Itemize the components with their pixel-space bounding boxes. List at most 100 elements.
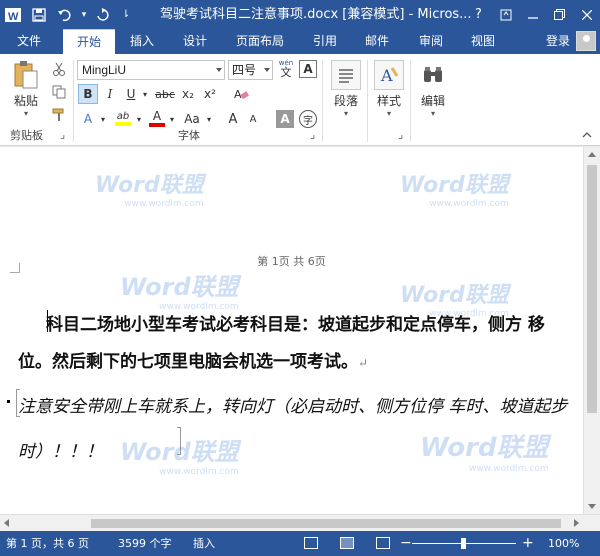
scroll-down-icon[interactable]	[588, 504, 596, 509]
tab-layout[interactable]: 页面布局	[228, 29, 292, 54]
copy-icon[interactable]	[50, 83, 68, 101]
format-painter-icon[interactable]	[50, 106, 68, 124]
restore-icon[interactable]	[546, 0, 573, 29]
subscript-button[interactable]: x₂	[179, 84, 197, 104]
read-mode-icon[interactable]	[304, 537, 318, 549]
tab-review[interactable]: 审阅	[411, 29, 451, 54]
save-icon[interactable]	[26, 0, 52, 29]
scroll-left-icon[interactable]	[4, 519, 9, 527]
help-icon[interactable]: ?	[465, 0, 492, 29]
svg-text:A: A	[234, 88, 242, 101]
avatar[interactable]	[576, 31, 596, 51]
clipboard-group-label: 剪贴板	[10, 129, 43, 142]
shrink-font-button[interactable]: A	[244, 109, 262, 129]
font-color-dropdown-icon[interactable]: ▾	[167, 109, 177, 129]
styles-launcher-icon[interactable]: ⌟	[398, 128, 403, 141]
character-border-button[interactable]: A	[299, 60, 317, 78]
tab-file[interactable]: 文件	[0, 29, 58, 54]
paragraph-2[interactable]: 注意安全带刚上车就系上，转向灯（必启动时、侧方位停 车时、坡道起步时）！！！	[18, 385, 583, 475]
clear-formatting-icon[interactable]: A	[230, 84, 252, 104]
word-logo-icon[interactable]: W	[0, 0, 26, 29]
font-group-label: 字体	[178, 129, 200, 142]
paste-button[interactable]: 粘贴 ▾	[8, 60, 44, 118]
tab-mailings[interactable]: 邮件	[357, 29, 397, 54]
undo-dropdown-icon[interactable]: ▾	[78, 0, 90, 29]
chevron-down-icon	[264, 68, 270, 72]
zoom-out-button[interactable]: −	[400, 531, 412, 556]
paragraph-mark: ↵	[358, 356, 369, 370]
editing-button[interactable]: 编辑 ▾	[414, 60, 452, 118]
paragraph-label: 段落	[333, 94, 358, 108]
grow-font-button[interactable]: A	[224, 109, 242, 129]
login-link[interactable]: 登录	[546, 29, 570, 54]
vertical-scrollbar[interactable]	[583, 147, 600, 514]
paragraph-button[interactable]: 段落 ▾	[328, 60, 364, 118]
zoom-level[interactable]: 100%	[548, 531, 579, 556]
text-effects-dropdown-icon[interactable]: ▾	[98, 109, 108, 129]
tab-design[interactable]: 设计	[175, 29, 215, 54]
list-bullet	[7, 400, 10, 403]
zoom-slider-handle[interactable]	[461, 538, 466, 549]
cut-icon[interactable]	[50, 60, 68, 78]
phonetic-char: 文	[280, 66, 292, 79]
web-layout-icon[interactable]	[376, 537, 390, 549]
undo-icon[interactable]	[52, 0, 78, 29]
window-controls: ?	[465, 0, 600, 29]
ribbon-display-options-icon[interactable]	[492, 0, 519, 29]
bold-button[interactable]: B	[78, 84, 98, 104]
underline-button[interactable]: U	[122, 84, 140, 104]
redo-icon[interactable]	[90, 0, 116, 29]
paragraph-1-text: 科目二场地小型车考试必考科目是：坡道起步和定点停车，侧方 移位。然后剩下的七项里…	[18, 315, 545, 372]
highlight-dropdown-icon[interactable]: ▾	[134, 109, 144, 129]
horizontal-scroll-thumb[interactable]	[91, 519, 561, 528]
enclose-characters-button[interactable]: 字	[299, 110, 317, 128]
font-color-label: A	[152, 109, 162, 123]
tab-view[interactable]: 视图	[463, 29, 503, 54]
tab-home[interactable]: 开始	[63, 29, 115, 54]
italic-button[interactable]: I	[101, 84, 119, 104]
close-icon[interactable]	[573, 0, 600, 29]
strikethrough-button[interactable]: abc	[154, 84, 176, 104]
paragraph-icon	[331, 60, 361, 90]
document-page[interactable]: 第 1页 共 6页 科目二场地小型车考试必考科目是：坡道起步和定点停车，侧方 移…	[0, 147, 583, 514]
text-effects-button[interactable]: A	[78, 109, 98, 129]
phonetic-guide-button[interactable]: wén 文	[276, 58, 296, 80]
clipboard-launcher-icon[interactable]: ⌟	[60, 128, 65, 141]
styles-button[interactable]: A 样式 ▾	[370, 60, 408, 118]
font-color-button[interactable]: A	[147, 107, 167, 129]
chevron-down-icon	[216, 68, 222, 72]
document-title: 驾驶考试科目二注意事项.docx [兼容模式] - Micros...	[160, 7, 472, 22]
highlight-label: ab	[116, 110, 130, 122]
underline-dropdown-icon[interactable]: ▾	[140, 84, 150, 104]
tab-references[interactable]: 引用	[305, 29, 345, 54]
collapse-ribbon-icon[interactable]	[582, 128, 592, 141]
zoom-in-button[interactable]: +	[522, 531, 534, 556]
highlight-button[interactable]: ab	[112, 107, 134, 129]
minimize-icon[interactable]	[519, 0, 546, 29]
superscript-button[interactable]: x²	[201, 84, 219, 104]
word-count[interactable]: 3599 个字	[118, 531, 172, 556]
insert-mode[interactable]: 插入	[193, 531, 215, 556]
vertical-scroll-thumb[interactable]	[587, 165, 597, 413]
title-bar: W ▾ ⇂ 驾驶考试科目二注意事项.docx [兼容模式] - Micros..…	[0, 0, 600, 29]
change-case-dropdown-icon[interactable]: ▾	[204, 109, 214, 129]
horizontal-scrollbar[interactable]	[0, 514, 600, 531]
paragraph-1[interactable]: 科目二场地小型车考试必考科目是：坡道起步和定点停车，侧方 移位。然后剩下的七项里…	[18, 307, 578, 382]
character-shading-button[interactable]: A	[276, 110, 294, 128]
customize-toolbar-icon[interactable]: ⇂	[116, 0, 136, 29]
scroll-right-icon[interactable]	[574, 519, 579, 527]
font-size-input[interactable]: 四号	[228, 60, 273, 80]
print-layout-icon[interactable]	[340, 537, 354, 549]
change-case-button[interactable]: Aa	[180, 109, 204, 129]
font-name-input[interactable]: MingLiU	[77, 60, 225, 80]
scroll-up-icon[interactable]	[588, 152, 596, 157]
ribbon-home: 粘贴 ▾ 剪贴板 ⌟ MingLiU 四号 wén 文 A B I U ▾ ab…	[0, 54, 600, 146]
ribbon-separator	[367, 60, 368, 142]
font-color-bar	[149, 123, 165, 127]
ribbon-separator	[410, 60, 411, 142]
page-count[interactable]: 第 1 页，共 6 页	[6, 531, 89, 556]
font-launcher-icon[interactable]: ⌟	[310, 128, 315, 141]
ribbon-separator	[322, 60, 323, 142]
highlight-color-bar	[115, 121, 131, 126]
tab-insert[interactable]: 插入	[122, 29, 162, 54]
